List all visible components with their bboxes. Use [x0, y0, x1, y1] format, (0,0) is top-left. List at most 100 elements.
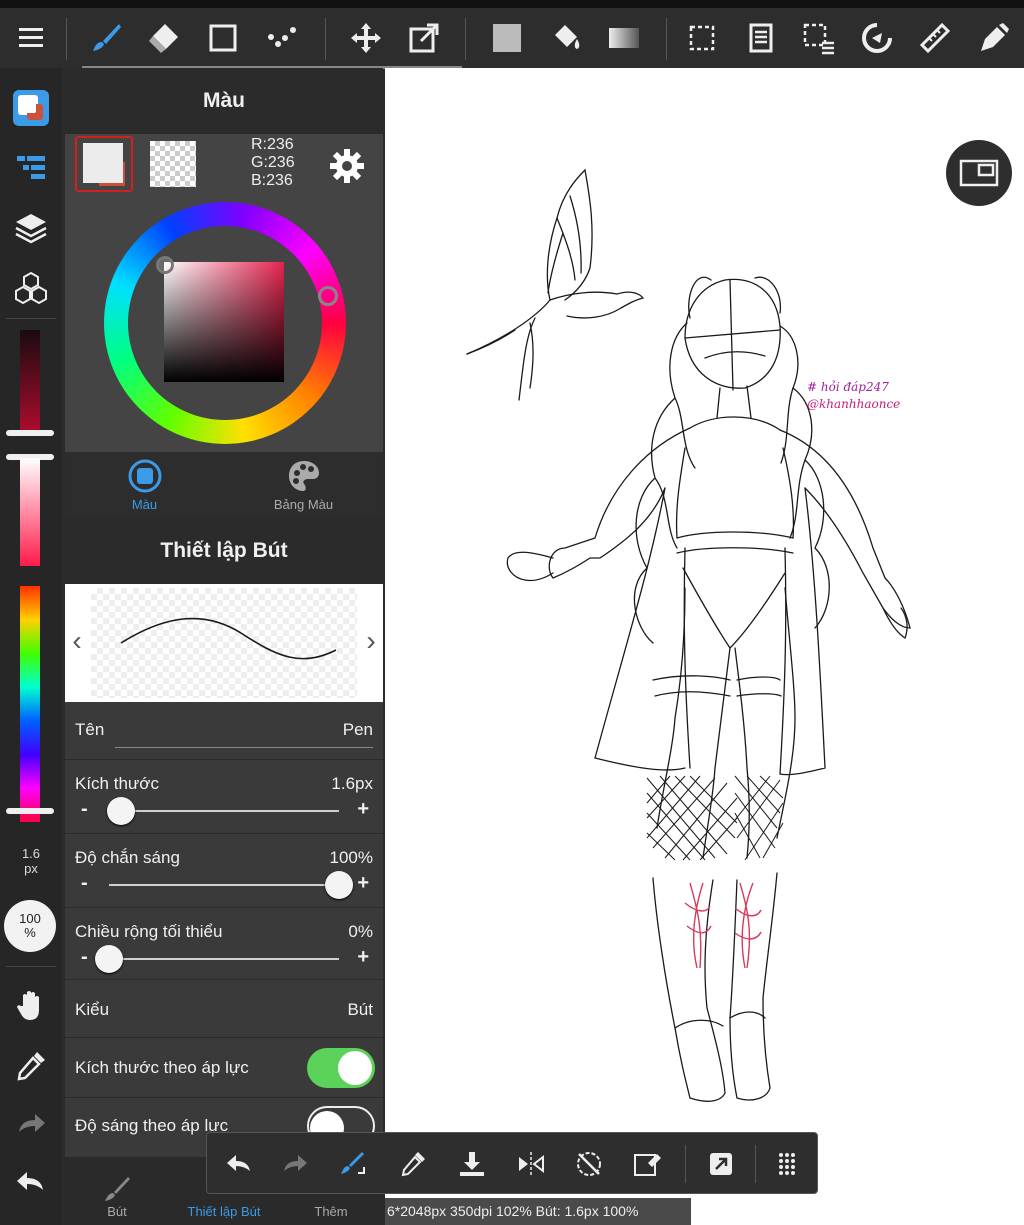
color-header: R:236 G:236 B:236	[65, 134, 383, 194]
shape-tool-button[interactable]	[199, 14, 247, 62]
redo-button[interactable]	[7, 1100, 55, 1148]
layers-button[interactable]	[7, 204, 55, 252]
quick-download-button[interactable]	[450, 1142, 494, 1186]
rgb-r: R:236	[251, 136, 294, 153]
quick-rotate-reset-button[interactable]	[567, 1142, 611, 1186]
side-panel: Màu R:236 G:236 B:236 Màu Bảng Màu Thiết…	[65, 68, 383, 1225]
size-value: 1.6px	[331, 774, 373, 793]
size-decrease-button[interactable]: -	[81, 798, 88, 821]
ruler-button[interactable]	[911, 14, 959, 62]
undo-button[interactable]	[7, 1158, 55, 1206]
style-value[interactable]: Bút	[347, 1000, 373, 1020]
name-underline	[115, 747, 373, 748]
copy-button[interactable]	[736, 14, 784, 62]
quick-redo-button[interactable]	[273, 1142, 317, 1186]
color-tabs: Màu Bảng Màu	[65, 452, 383, 518]
size-pressure-row: Kích thước theo áp lực	[65, 1038, 383, 1098]
brush-tool-button[interactable]	[82, 14, 130, 62]
brush-list-button[interactable]	[7, 144, 55, 192]
opacity-pressure-label: Độ sáng theo áp lực	[75, 1116, 229, 1135]
lasso-select-button[interactable]	[795, 14, 843, 62]
stroke-preview-area	[91, 588, 357, 698]
chevron-right-icon[interactable]: ›	[361, 626, 381, 656]
sketch-artwork: # hỏi đáp247 @khanhhaonce	[466, 168, 911, 1102]
primary-color-swatch[interactable]	[75, 136, 133, 192]
alpha-slider[interactable]	[20, 330, 40, 436]
size-increase-button[interactable]: +	[357, 798, 369, 821]
saturation-value-square[interactable]	[164, 262, 284, 382]
opacity-slider[interactable]: - +	[75, 870, 373, 900]
eyedropper-button[interactable]	[7, 1042, 55, 1090]
name-value[interactable]: Pen	[343, 720, 373, 740]
quick-export-button[interactable]	[699, 1142, 743, 1186]
drawing-canvas[interactable]: # hỏi đáp247 @khanhhaonce	[385, 68, 1024, 1225]
lasso-select-icon	[803, 23, 834, 55]
lightness-slider[interactable]	[20, 458, 40, 566]
tab-brush[interactable]: Bút	[65, 1158, 169, 1225]
brush-size-readout[interactable]: 1.6 px	[0, 846, 62, 876]
quick-undo-button[interactable]	[217, 1142, 261, 1186]
fill-color-button[interactable]	[483, 14, 531, 62]
gear-icon[interactable]	[327, 146, 367, 186]
quick-clear-button[interactable]	[625, 1142, 669, 1186]
brush-opacity-readout[interactable]: 100 %	[4, 900, 56, 952]
color-tab-icon	[128, 459, 161, 493]
min-width-slider-track	[109, 958, 339, 960]
tab-color[interactable]: Màu	[65, 452, 224, 518]
eyedropper-icon	[17, 1052, 45, 1081]
quick-eyedropper-button[interactable]	[391, 1142, 435, 1186]
color-panel-button[interactable]	[7, 84, 55, 132]
style-row[interactable]: Kiểu Bút	[65, 980, 383, 1038]
quick-flip-button[interactable]	[509, 1142, 553, 1186]
navigator-button[interactable]	[946, 140, 1012, 206]
status-bar: 6*2048px 350dpi 102% Bút: 1.6px 100%	[385, 1198, 691, 1225]
opacity-increase-button[interactable]: +	[357, 872, 369, 895]
size-slider-knob[interactable]	[106, 797, 135, 825]
materials-button[interactable]	[7, 264, 55, 312]
min-width-decrease-button[interactable]: -	[81, 946, 88, 969]
pen-tool-button[interactable]	[970, 14, 1018, 62]
min-width-slider-knob[interactable]	[95, 945, 123, 973]
opacity-decrease-button[interactable]: -	[81, 872, 88, 895]
hue-slider[interactable]	[20, 586, 40, 822]
opacity-row: Độ chắn sáng 100% - +	[65, 834, 383, 908]
foreground-color	[83, 143, 123, 183]
hue-slider-handle[interactable]	[6, 808, 54, 814]
size-slider[interactable]: - +	[75, 796, 373, 826]
gradient-tool-button[interactable]	[600, 14, 648, 62]
min-width-increase-button[interactable]: +	[357, 946, 369, 969]
opacity-slider-knob[interactable]	[325, 871, 353, 899]
style-label: Kiểu	[75, 1000, 110, 1019]
select-tool-button[interactable]	[678, 14, 726, 62]
dot-tool-button[interactable]	[258, 14, 306, 62]
transform-tool-button[interactable]	[400, 14, 448, 62]
move-tool-button[interactable]	[342, 14, 390, 62]
signature-line-2: @khanhhaonce	[807, 397, 900, 411]
hand-tool-button[interactable]	[7, 982, 55, 1030]
rotate-icon	[862, 23, 892, 53]
quick-more-button[interactable]	[765, 1142, 809, 1186]
ruler-icon	[919, 22, 951, 54]
min-width-label: Chiều rộng tối thiểu	[75, 922, 223, 941]
brush-opacity-unit: %	[24, 925, 36, 940]
tab-more-label: Thêm	[314, 1204, 348, 1219]
bucket-tool-button[interactable]	[542, 14, 590, 62]
layers-icon	[15, 214, 47, 244]
quick-brush-button[interactable]	[331, 1142, 375, 1186]
size-pressure-toggle-dot	[338, 1051, 372, 1085]
hue-cursor[interactable]	[318, 286, 338, 306]
min-width-slider[interactable]: - +	[75, 944, 373, 974]
tab-palette[interactable]: Bảng Màu	[224, 452, 383, 518]
transparent-color-swatch[interactable]	[150, 141, 196, 187]
saturation-value-cursor[interactable]	[156, 256, 174, 274]
menu-icon	[19, 28, 43, 47]
menu-button[interactable]	[0, 8, 62, 68]
rotate-canvas-button[interactable]	[853, 14, 901, 62]
undo-icon	[17, 1172, 43, 1190]
size-pressure-toggle[interactable]	[307, 1048, 375, 1088]
name-row[interactable]: Tên Pen	[65, 702, 383, 760]
color-swatch-icon	[13, 90, 49, 126]
eraser-tool-button[interactable]	[140, 14, 188, 62]
chevron-left-icon[interactable]: ‹	[67, 626, 87, 656]
alpha-slider-handle[interactable]	[6, 430, 54, 436]
